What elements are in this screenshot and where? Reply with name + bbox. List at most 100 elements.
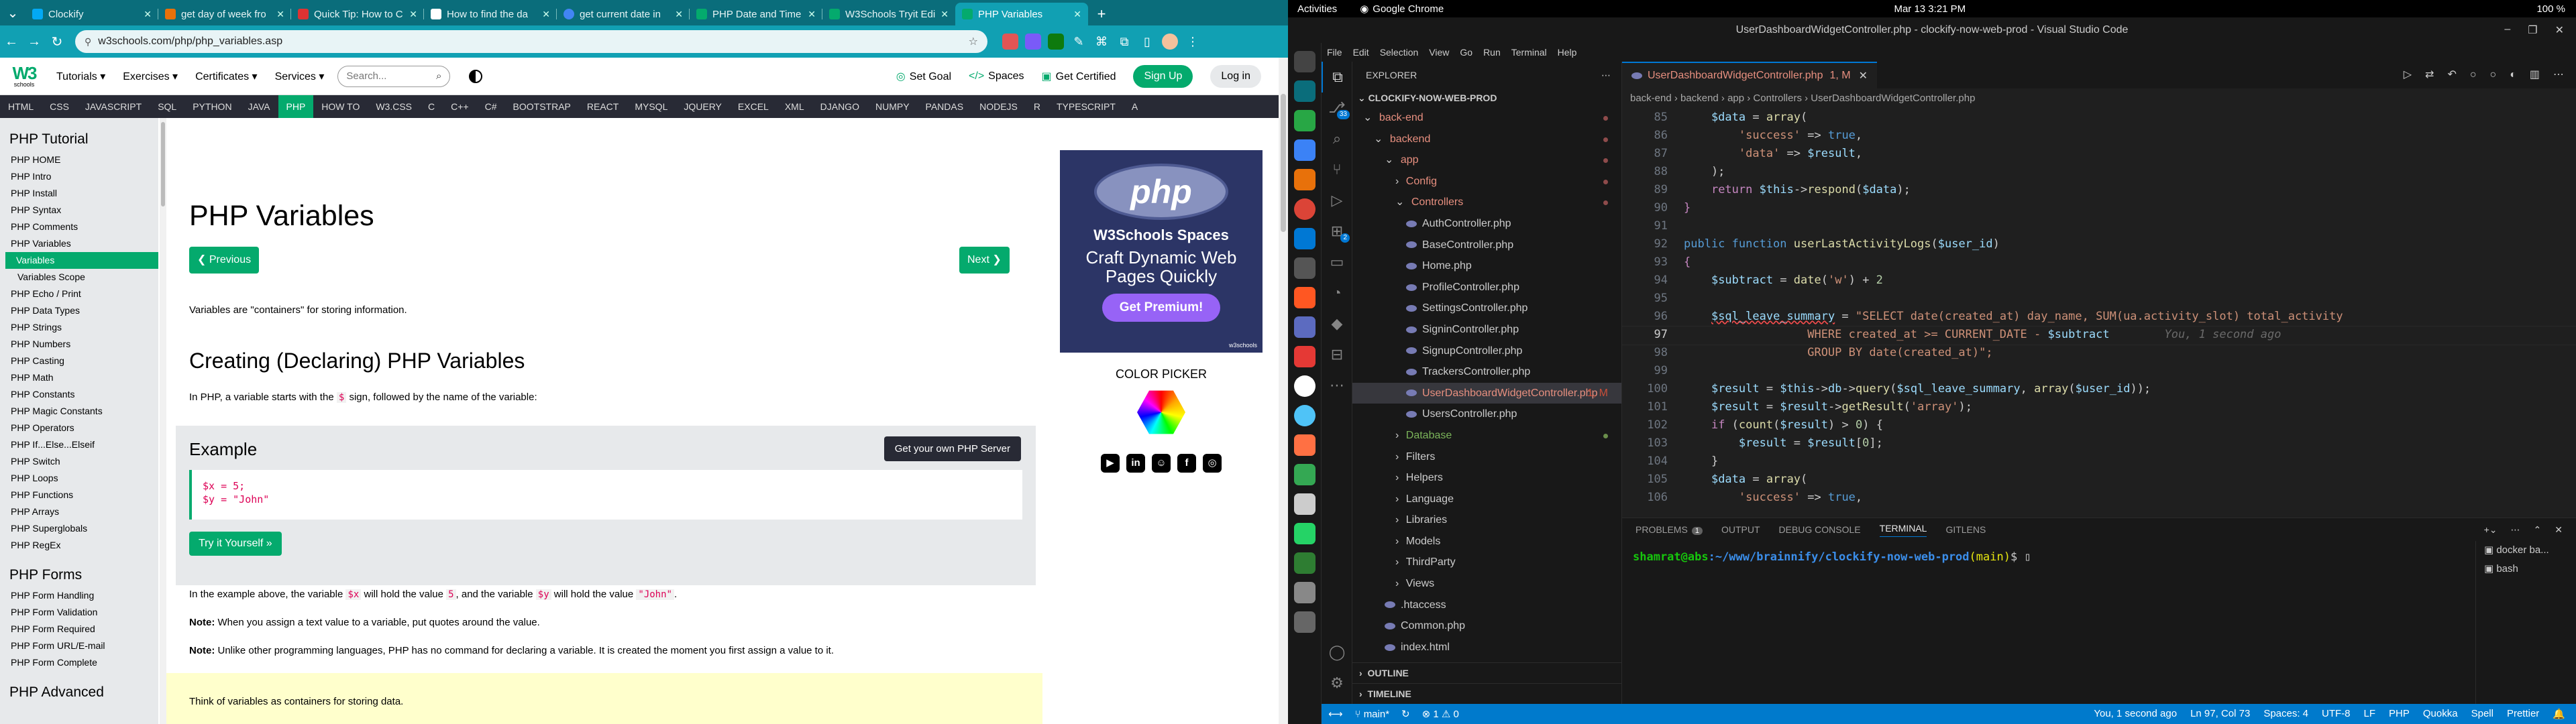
sidebar-item[interactable]: PHP Form Handling bbox=[0, 587, 158, 604]
tree-file[interactable]: index.html bbox=[1352, 637, 1621, 658]
sidebar-item[interactable]: PHP Data Types bbox=[0, 302, 158, 319]
topic-nav-item[interactable]: MYSQL bbox=[627, 95, 676, 118]
show-apps-icon[interactable] bbox=[1293, 611, 1316, 633]
encoding[interactable]: UTF-8 bbox=[2322, 708, 2351, 720]
files-app-icon[interactable] bbox=[1293, 51, 1316, 72]
app-icon[interactable] bbox=[1293, 346, 1316, 367]
close-tab-icon[interactable]: ✕ bbox=[144, 9, 152, 20]
topic-nav-item[interactable]: REACT bbox=[579, 95, 627, 118]
close-tab-icon[interactable]: ✕ bbox=[1859, 69, 1868, 82]
topic-nav-item[interactable]: TYPESCRIPT bbox=[1049, 95, 1124, 118]
app-icon[interactable] bbox=[1293, 405, 1316, 426]
app-icon[interactable] bbox=[1293, 257, 1316, 279]
topic-nav-item[interactable]: BOOTSTRAP bbox=[505, 95, 579, 118]
topic-nav-item[interactable]: XML bbox=[777, 95, 812, 118]
dark-mode-toggle-icon[interactable] bbox=[469, 69, 483, 83]
docker-icon[interactable]: ◆ bbox=[1322, 308, 1352, 339]
topic-nav-item[interactable]: PYTHON bbox=[184, 95, 239, 118]
battery-status[interactable]: 100 % bbox=[2536, 3, 2565, 15]
sidebar-item[interactable]: PHP Comments bbox=[0, 219, 158, 235]
sidebar-item[interactable]: PHP Math bbox=[0, 369, 158, 386]
topic-nav-item[interactable]: HTML bbox=[0, 95, 42, 118]
topic-nav-item[interactable]: A bbox=[1124, 95, 1146, 118]
topic-nav-item[interactable]: JQUERY bbox=[676, 95, 730, 118]
app-icon[interactable] bbox=[1293, 139, 1316, 161]
close-tab-icon[interactable]: ✕ bbox=[276, 9, 284, 20]
tab-search-icon[interactable]: ⌄ bbox=[0, 0, 25, 25]
page-scroll-thumb[interactable] bbox=[1281, 94, 1286, 232]
timeline-section[interactable]: › TIMELINE bbox=[1352, 683, 1622, 704]
spell-status[interactable]: Spell bbox=[2471, 708, 2493, 720]
tree-folder[interactable]: › Language bbox=[1352, 489, 1621, 510]
outline-section[interactable]: › OUTLINE bbox=[1352, 662, 1622, 683]
sidebar-item[interactable]: PHP Casting bbox=[0, 353, 158, 369]
sidebar-item[interactable]: PHP Arrays bbox=[0, 503, 158, 520]
topic-nav-item[interactable]: C bbox=[420, 95, 443, 118]
remote-explorer-icon[interactable]: ▭ bbox=[1322, 247, 1352, 278]
sidebar-item[interactable]: PHP Install bbox=[0, 185, 158, 202]
search-input[interactable]: Search... ⌕ bbox=[337, 65, 451, 87]
app-icon[interactable] bbox=[1293, 110, 1316, 131]
sidebar-item[interactable]: Variables Scope bbox=[0, 269, 158, 286]
menu-item[interactable]: Selection bbox=[1380, 47, 1419, 58]
back-icon[interactable]: ← bbox=[0, 34, 23, 50]
accounts-icon[interactable]: ◯ bbox=[1322, 637, 1352, 668]
browser-tab[interactable]: W3Schools Tryit Edi ✕ bbox=[822, 3, 955, 25]
maximize-panel-icon[interactable]: ⌃ bbox=[2534, 524, 2542, 536]
php-spaces-ad[interactable]: php W3Schools Spaces Craft Dynamic Web P… bbox=[1060, 150, 1263, 353]
menu-item[interactable]: Help bbox=[1558, 47, 1577, 58]
tab-terminal[interactable]: TERMINAL bbox=[1879, 523, 1927, 537]
problems-status[interactable]: ⊗ 1 ⚠ 0 bbox=[1422, 708, 1459, 720]
manage-gear-icon[interactable]: ⚙ bbox=[1322, 668, 1352, 699]
close-tab-icon[interactable]: ✕ bbox=[542, 9, 550, 20]
menu-item[interactable]: Run bbox=[1483, 47, 1501, 58]
menu-item[interactable]: Terminal bbox=[1511, 47, 1547, 58]
tab-gitlens[interactable]: GITLENS bbox=[1945, 524, 1986, 535]
tree-folder[interactable]: › Views bbox=[1352, 573, 1621, 595]
extensions-icon[interactable]: ⊞ 2 bbox=[1322, 216, 1352, 247]
split-editor-icon[interactable]: ▥ bbox=[2530, 62, 2540, 88]
notifications-icon[interactable]: 🔔 bbox=[2553, 708, 2565, 720]
close-tab-icon[interactable]: ✕ bbox=[1073, 9, 1081, 20]
browser-tab[interactable]: get current date in ✕ bbox=[557, 3, 690, 25]
menu-exercises[interactable]: Exercises ▾ bbox=[123, 70, 178, 83]
topic-nav-item[interactable]: PANDAS bbox=[918, 95, 972, 118]
browser-tab[interactable]: Clockify ✕ bbox=[25, 3, 158, 25]
youtube-icon[interactable]: ▶ bbox=[1101, 454, 1120, 473]
extension-icon[interactable] bbox=[1002, 34, 1018, 50]
new-tab-icon[interactable]: + bbox=[1088, 3, 1115, 25]
topic-nav-item[interactable]: PHP bbox=[278, 95, 314, 118]
remote-indicator-icon[interactable]: ⟷ bbox=[1328, 708, 1343, 720]
sidebar-item[interactable]: PHP Constants bbox=[0, 386, 158, 403]
menu-item[interactable]: View bbox=[1429, 47, 1449, 58]
new-terminal-icon[interactable]: +⌄ bbox=[2484, 524, 2498, 536]
clock[interactable]: Mar 13 3:21 PM bbox=[1894, 3, 2086, 15]
browser-tab-active[interactable]: PHP Variables ✕ bbox=[955, 3, 1088, 25]
facebook-icon[interactable]: f bbox=[1177, 454, 1196, 473]
sidebar-item[interactable]: PHP RegEx bbox=[0, 537, 158, 554]
sidebar-item[interactable]: PHP Syntax bbox=[0, 202, 158, 219]
explorer-icon[interactable]: ⧉ bbox=[1322, 62, 1352, 93]
sidebar-item[interactable]: PHP Operators bbox=[0, 420, 158, 436]
sidebar-item[interactable]: PHP Loops bbox=[0, 470, 158, 487]
linkedin-icon[interactable]: in bbox=[1126, 454, 1145, 473]
tree-file[interactable]: SettingsController.php bbox=[1352, 298, 1621, 319]
sidebar-item[interactable]: PHP Form URL/E-mail bbox=[0, 638, 158, 654]
address-bar[interactable]: ⚲ w3schools.com/php/php_variables.asp ☆ bbox=[75, 30, 987, 53]
cursor-position[interactable]: Ln 97, Col 73 bbox=[2190, 708, 2250, 720]
tree-file[interactable]: UserDashboardWidgetController.php 1, M bbox=[1352, 382, 1621, 404]
get-premium-button[interactable]: Get Premium! bbox=[1102, 294, 1221, 322]
language-mode[interactable]: PHP bbox=[2389, 708, 2410, 720]
close-tab-icon[interactable]: ✕ bbox=[675, 9, 683, 20]
run-icon[interactable]: ▷ bbox=[2404, 62, 2412, 88]
run-debug-icon[interactable]: ▷ bbox=[1322, 185, 1352, 216]
tree-file[interactable]: TrackersController.php bbox=[1352, 361, 1621, 383]
maximize-icon[interactable]: ❐ bbox=[2528, 23, 2537, 37]
topic-nav-item[interactable]: R bbox=[1026, 95, 1049, 118]
sidebar-item[interactable]: PHP Numbers bbox=[0, 336, 158, 353]
tab-debug-console[interactable]: DEBUG CONSOLE bbox=[1779, 524, 1861, 535]
more-actions-icon[interactable]: ⋯ bbox=[2511, 524, 2520, 536]
tree-folder[interactable]: › ThirdParty bbox=[1352, 552, 1621, 573]
sidebar-item[interactable]: PHP HOME bbox=[0, 152, 158, 168]
topic-nav-item[interactable]: C# bbox=[477, 95, 505, 118]
